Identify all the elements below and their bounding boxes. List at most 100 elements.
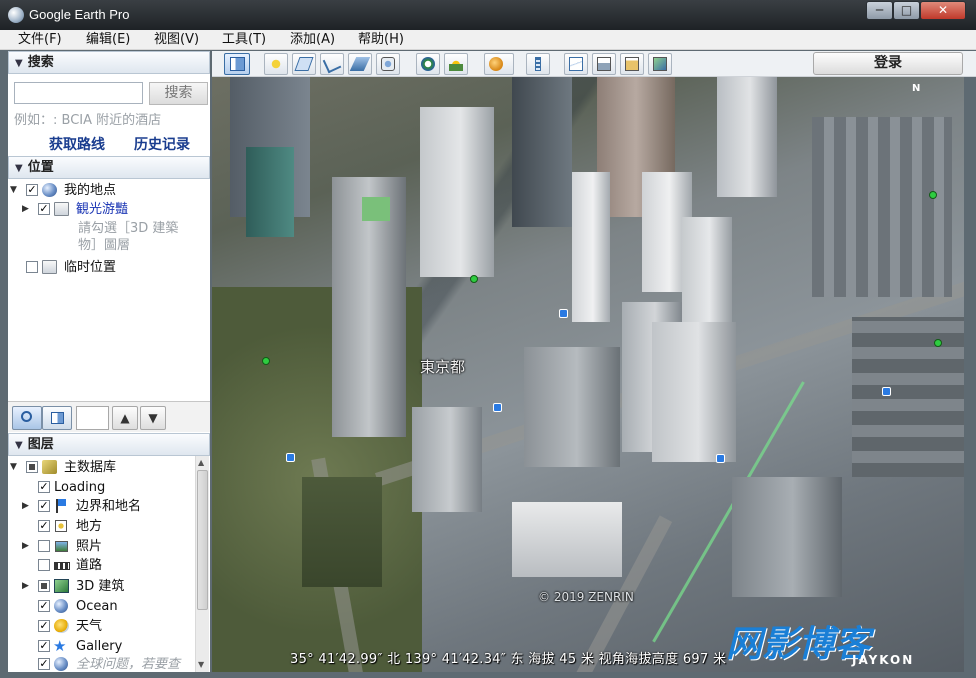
expand-down-icon[interactable]: ▼ <box>10 458 17 477</box>
expand-right-icon[interactable]: ▶ <box>22 537 29 556</box>
checkbox-loading[interactable]: ✓ <box>38 481 50 493</box>
transit-poi-icon[interactable] <box>882 387 891 396</box>
checkbox-roads[interactable] <box>38 559 50 571</box>
move-up-button[interactable]: ▲ <box>112 406 138 430</box>
layer-borders-labels[interactable]: ▶ ✓ 边界和地名 <box>8 497 194 516</box>
watermark-logo: 网影博客 <box>726 624 871 665</box>
close-button[interactable]: ✕ <box>920 1 966 20</box>
transit-poi-icon[interactable] <box>493 403 502 412</box>
scroll-up-icon[interactable]: ▲ <box>198 458 204 467</box>
layer-gallery[interactable]: ✓ ★ Gallery <box>8 637 194 656</box>
title-bar: Google Earth Pro ─ □ ✕ <box>0 0 976 30</box>
flag-icon <box>56 499 66 513</box>
tree-item-my-places[interactable]: ▼ ✓ 我的地点 <box>8 181 210 200</box>
transit-poi-icon[interactable] <box>286 453 295 462</box>
layer-loading[interactable]: ✓ Loading <box>8 478 194 497</box>
add-polygon-button[interactable] <box>292 53 316 75</box>
layers-panel-header[interactable]: ▼ 图层 <box>8 433 210 456</box>
building <box>652 322 736 462</box>
expand-right-icon[interactable]: ▶ <box>22 497 29 516</box>
add-placemark-button[interactable] <box>264 53 288 75</box>
maximize-button[interactable]: □ <box>893 1 920 20</box>
search-button[interactable]: 搜索 <box>149 82 208 105</box>
search-input[interactable] <box>14 82 143 104</box>
minimize-button[interactable]: ─ <box>866 1 893 20</box>
switch-planet-button[interactable] <box>484 53 514 75</box>
checkbox-places[interactable]: ✓ <box>38 520 50 532</box>
login-button[interactable]: 登录 <box>813 52 963 75</box>
panel-toggle-button[interactable] <box>42 406 72 430</box>
search-toggle-button[interactable] <box>12 406 42 430</box>
tree-item-sightseeing[interactable]: ▶ ✓ 観光游豔 <box>8 200 210 219</box>
place-marker-icon[interactable] <box>934 339 942 347</box>
menu-file[interactable]: 文件(F) <box>18 31 62 49</box>
expand-right-icon[interactable]: ▶ <box>22 577 29 596</box>
weather-sun-icon <box>54 619 69 633</box>
blank-field[interactable] <box>76 406 109 430</box>
places-panel-header[interactable]: ▼ 位置 <box>8 156 210 179</box>
save-image-button[interactable] <box>648 53 672 75</box>
place-marker-icon[interactable] <box>929 191 937 199</box>
layer-roads[interactable]: 道路 <box>8 556 194 575</box>
checkbox-ocean[interactable]: ✓ <box>38 600 50 612</box>
places-toolstrip: ▲ ▼ <box>8 401 210 432</box>
park-marker-icon[interactable] <box>262 357 270 365</box>
layer-weather[interactable]: ✓ 天气 <box>8 617 194 636</box>
transit-poi-icon[interactable] <box>716 454 725 463</box>
menu-help[interactable]: 帮助(H) <box>358 31 404 49</box>
hide-sidebar-button[interactable] <box>224 53 250 75</box>
checkbox-borders-labels[interactable]: ✓ <box>38 500 50 512</box>
checkbox-3d-buildings[interactable] <box>38 580 50 592</box>
checkbox-global-awareness[interactable]: ✓ <box>38 658 50 670</box>
menu-view[interactable]: 视图(V) <box>154 31 199 49</box>
folder-icon <box>54 202 69 216</box>
sunlight-button[interactable] <box>444 53 468 75</box>
checkbox-gallery[interactable]: ✓ <box>38 640 50 652</box>
scrollbar-thumb[interactable] <box>197 470 208 610</box>
layer-3d-buildings[interactable]: ▶ 3D 建筑 <box>8 577 194 596</box>
email-button[interactable] <box>564 53 588 75</box>
layer-primary-database[interactable]: ▼ 主数据库 <box>8 458 194 477</box>
menu-edit[interactable]: 编辑(E) <box>86 31 130 49</box>
add-path-button[interactable] <box>320 53 344 75</box>
checkbox-sightseeing[interactable]: ✓ <box>38 203 50 215</box>
tree-item-temporary-places[interactable]: 临时位置 <box>8 258 210 277</box>
menu-tools[interactable]: 工具(T) <box>222 31 266 49</box>
get-directions-link[interactable]: 获取路线 <box>49 134 105 154</box>
checkbox-weather[interactable]: ✓ <box>38 620 50 632</box>
place-marker-icon[interactable] <box>470 275 478 283</box>
layer-global-awareness[interactable]: ✓ 全球问题，若要查 <box>8 655 194 672</box>
checkbox-temporary-places[interactable] <box>26 261 38 273</box>
checkbox-primary-database[interactable] <box>26 461 38 473</box>
layers-scrollbar[interactable]: ▲ ▼ <box>195 456 209 672</box>
layer-ocean[interactable]: ✓ Ocean <box>8 597 194 616</box>
menu-add[interactable]: 添加(A) <box>290 31 335 49</box>
layer-photos[interactable]: ▶ 照片 <box>8 537 194 556</box>
scroll-down-icon[interactable]: ▼ <box>198 660 204 669</box>
building-block <box>812 117 952 297</box>
tree-item-label: 临时位置 <box>64 260 117 275</box>
globe-icon <box>54 657 68 671</box>
ruler-button[interactable] <box>526 53 550 75</box>
layer-label: 天气 <box>76 619 103 634</box>
envelope-icon <box>569 57 583 71</box>
compass-north-icon[interactable]: N <box>912 83 926 97</box>
transit-poi-icon[interactable] <box>559 309 568 318</box>
add-image-overlay-button[interactable] <box>348 53 372 75</box>
3d-building-icon <box>54 579 69 593</box>
move-down-button[interactable]: ▼ <box>140 406 166 430</box>
checkbox-photos[interactable] <box>38 540 50 552</box>
history-link[interactable]: 历史记录 <box>134 134 190 154</box>
layer-places[interactable]: ✓ 地方 <box>8 517 194 536</box>
historical-imagery-button[interactable] <box>416 53 440 75</box>
tokyo-place-label[interactable]: 東京都 <box>420 356 465 377</box>
view-in-maps-button[interactable] <box>620 53 644 75</box>
expand-right-icon[interactable]: ▶ <box>22 200 29 219</box>
earth-3d-view[interactable]: 東京都 © 2019 ZENRIN N 网影博客 JAYKON 35° 41′4… <box>212 77 964 672</box>
layer-label: 道路 <box>76 558 103 573</box>
checkbox-my-places[interactable]: ✓ <box>26 184 38 196</box>
record-tour-button[interactable] <box>376 53 400 75</box>
expand-down-icon[interactable]: ▼ <box>10 181 17 200</box>
print-button[interactable] <box>592 53 616 75</box>
search-panel-header[interactable]: ▼ 搜索 <box>8 51 210 74</box>
